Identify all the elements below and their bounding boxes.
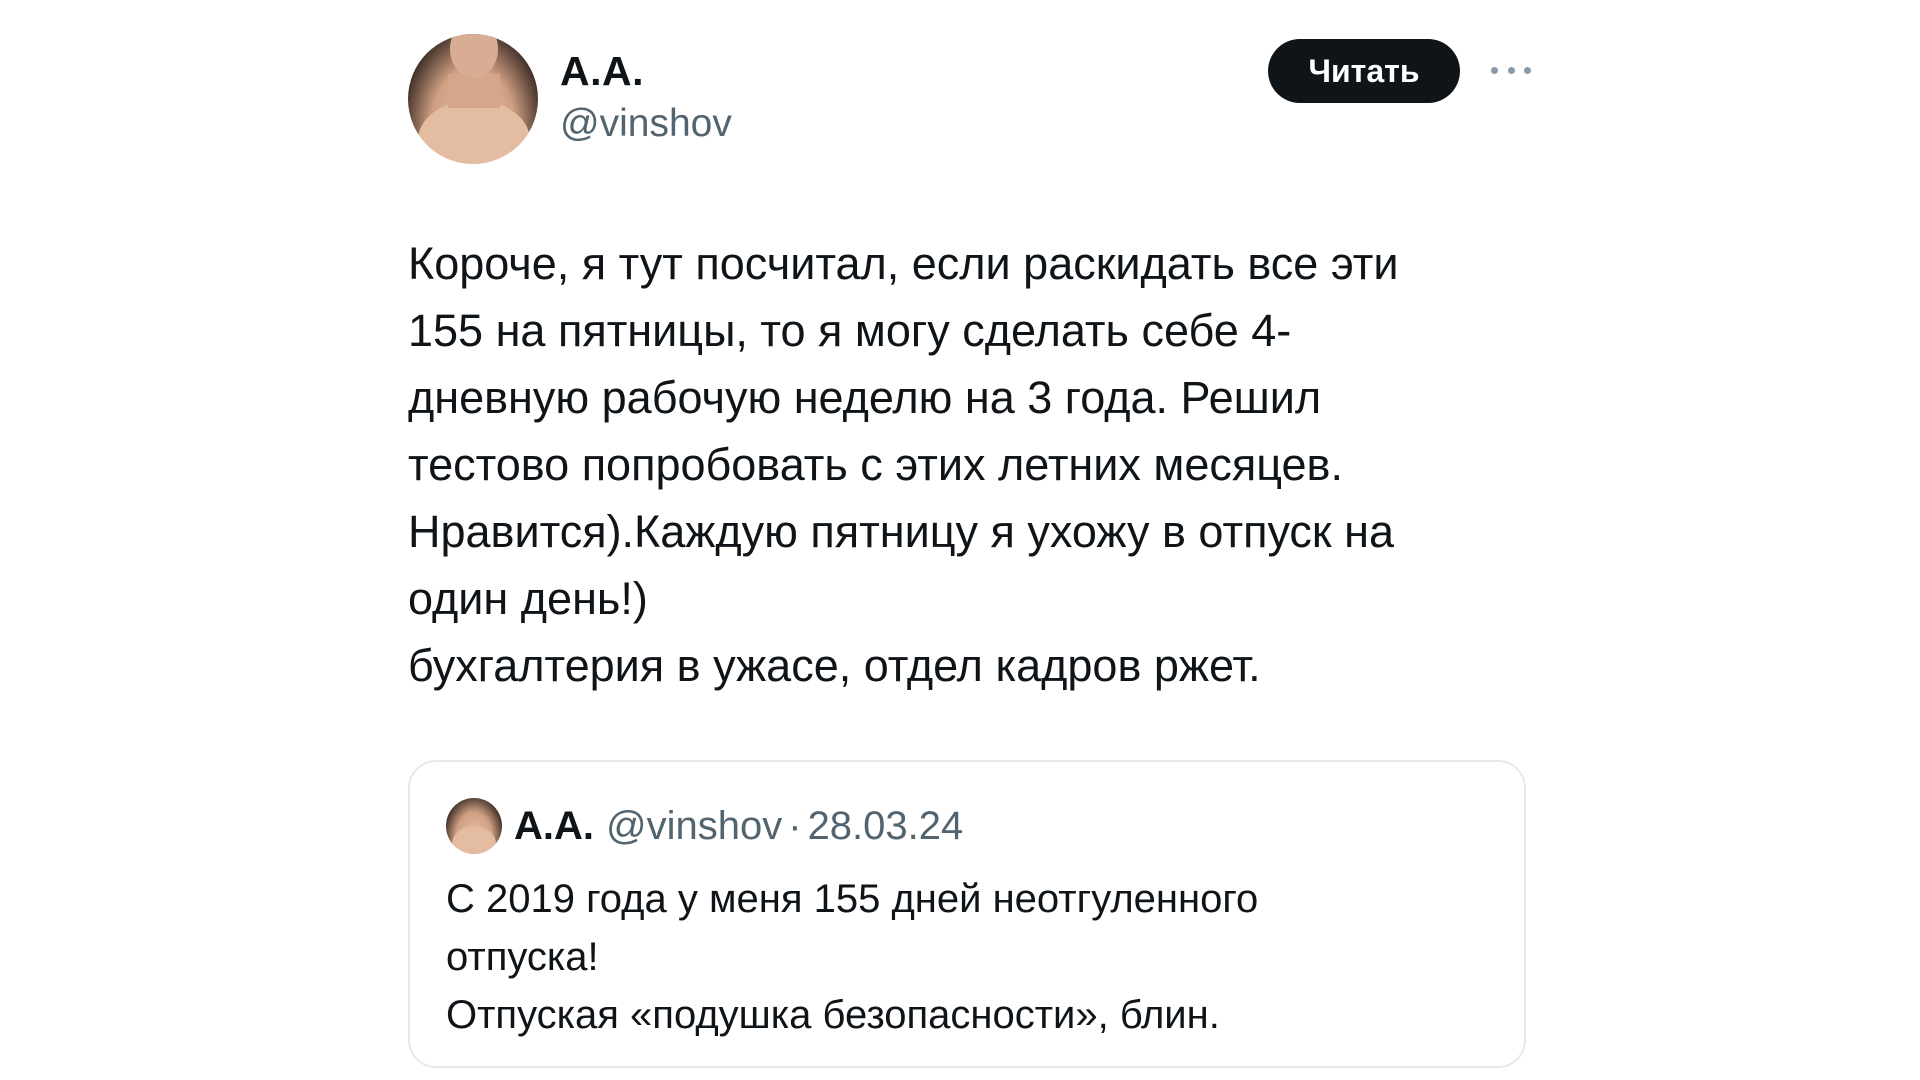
- avatar-photo-body: [418, 100, 530, 164]
- avatar-photo-face: [450, 34, 498, 78]
- author-name[interactable]: A.A.: [560, 48, 644, 95]
- quoted-author-handle: @vinshov: [606, 803, 783, 848]
- more-horizontal-icon[interactable]: [1491, 55, 1531, 85]
- quoted-tweet-header: A.A. @vinshov · 28.03.24: [446, 798, 963, 854]
- quoted-avatar-body: [452, 826, 496, 854]
- quoted-date: 28.03.24: [807, 803, 964, 848]
- dot-separator: ·: [788, 803, 802, 848]
- more-dot: [1507, 66, 1515, 74]
- avatar-photo-neck: [448, 74, 500, 108]
- quoted-author-name: A.A.: [514, 803, 594, 848]
- tweet-header: A.A. @vinshov Читать: [408, 30, 1531, 170]
- quoted-avatar: [446, 798, 502, 854]
- tweet: A.A. @vinshov Читать Короче, я тут посчи…: [408, 30, 1531, 1068]
- quoted-tweet[interactable]: A.A. @vinshov · 28.03.24 С 2019 года у м…: [408, 760, 1526, 1068]
- follow-button[interactable]: Читать: [1268, 39, 1460, 103]
- more-dot: [1524, 66, 1531, 74]
- more-dot: [1491, 66, 1498, 74]
- author-handle[interactable]: @vinshov: [560, 102, 732, 146]
- quoted-tweet-text: С 2019 года у меня 155 дней неотгуленног…: [446, 877, 1259, 1037]
- tweet-text: Короче, я тут посчитал, если раскидать в…: [408, 238, 1399, 691]
- avatar[interactable]: [408, 34, 538, 164]
